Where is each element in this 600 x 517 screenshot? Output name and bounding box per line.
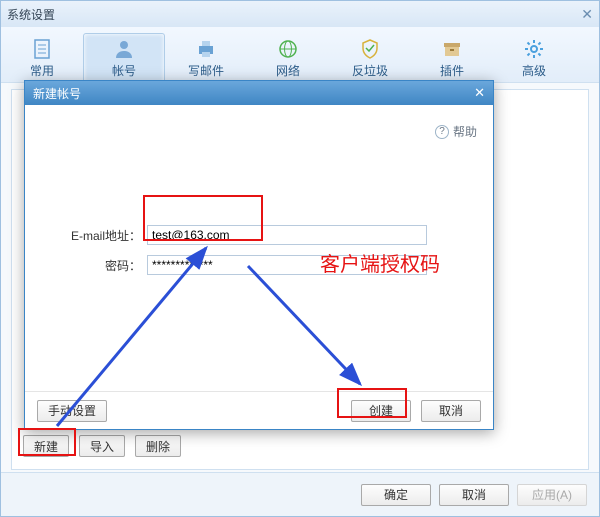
new-button[interactable]: 新建 [23,435,69,457]
tab-label: 网络 [276,62,300,79]
close-icon[interactable]: ✕ [474,85,485,101]
tab-advanced[interactable]: 高级 [493,33,575,83]
create-button[interactable]: 创建 [351,400,411,422]
tab-label: 插件 [440,62,464,79]
annotation-text: 客户端授权码 [320,248,440,277]
toolbar: 常用 帐号 写邮件 网络 反垃圾 插件 高级 [1,27,599,83]
dialog-titlebar: 新建帐号 ✕ [25,81,493,105]
tab-plugins[interactable]: 插件 [411,33,493,83]
window-titlebar: 系统设置 ✕ [1,1,599,27]
email-field[interactable] [147,225,427,245]
help-icon: ? [435,125,449,139]
tab-label: 反垃圾 [352,62,388,79]
manual-setup-button[interactable]: 手动设置 [37,400,107,422]
tab-account[interactable]: 帐号 [83,33,165,83]
delete-button[interactable]: 删除 [135,435,181,457]
close-icon[interactable]: ✕ [581,6,593,23]
cancel-button[interactable]: 取消 [421,400,481,422]
help-label: 帮助 [453,123,477,140]
archive-icon [441,38,463,60]
import-button[interactable]: 导入 [79,435,125,457]
globe-icon [277,38,299,60]
cancel-button[interactable]: 取消 [439,484,509,506]
ok-button[interactable]: 确定 [361,484,431,506]
help-link[interactable]: ? 帮助 [435,123,477,140]
email-label: E-mail地址： [65,227,141,244]
tab-network[interactable]: 网络 [247,33,329,83]
account-action-bar: 新建 导入 删除 [23,435,181,457]
printer-icon [195,38,217,60]
tab-common[interactable]: 常用 [1,33,83,83]
user-icon [113,38,135,60]
gear-icon [523,38,545,60]
email-row: E-mail地址： [65,225,493,245]
tab-label: 高级 [522,62,546,79]
password-label: 密码： [65,257,141,274]
footer: 确定 取消 应用(A) [1,472,599,516]
tab-label: 写邮件 [188,62,224,79]
tab-compose[interactable]: 写邮件 [165,33,247,83]
dialog-footer: 手动设置 创建 取消 [25,391,493,429]
apply-button: 应用(A) [517,484,587,506]
window-title: 系统设置 [7,6,55,23]
tab-label: 常用 [30,62,54,79]
page-icon [31,38,53,60]
shield-icon [359,38,381,60]
dialog-title: 新建帐号 [33,85,81,102]
tab-antispam[interactable]: 反垃圾 [329,33,411,83]
tab-label: 帐号 [112,62,136,79]
